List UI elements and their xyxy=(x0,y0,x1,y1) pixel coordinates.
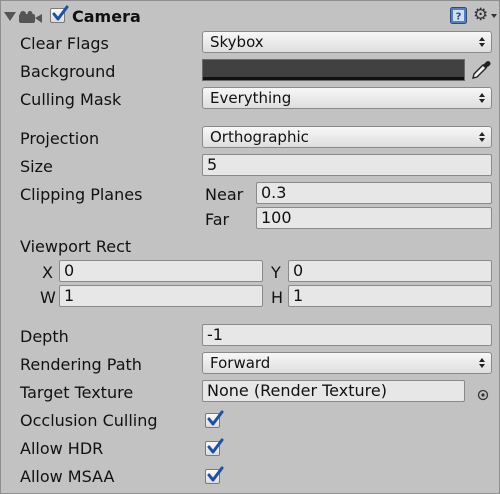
viewport-y-label: Y xyxy=(271,263,281,282)
foldout-arrow-icon[interactable] xyxy=(4,12,16,21)
clear-flags-row: Clear Flags Skybox xyxy=(1,31,500,55)
viewport-xy-row: X 0 Y 0 xyxy=(1,260,500,284)
viewport-rect-label: Viewport Rect xyxy=(20,237,132,256)
near-field[interactable]: 0.3 xyxy=(256,182,492,204)
projection-dropdown[interactable]: Orthographic xyxy=(202,126,492,148)
viewport-h-field[interactable]: 1 xyxy=(288,285,492,307)
rendering-path-value: Forward xyxy=(210,354,271,372)
occlusion-culling-row: Occlusion Culling xyxy=(1,408,500,432)
occlusion-culling-label: Occlusion Culling xyxy=(20,411,158,430)
culling-mask-row: Culling Mask Everything xyxy=(1,87,500,111)
allow-hdr-row: Allow HDR xyxy=(1,436,500,460)
viewport-w-field[interactable]: 1 xyxy=(59,285,263,307)
size-label: Size xyxy=(20,157,53,176)
alpha-bar xyxy=(203,77,464,80)
allow-msaa-row: Allow MSAA xyxy=(1,464,500,488)
culling-mask-dropdown[interactable]: Everything xyxy=(202,87,492,109)
allow-msaa-label: Allow MSAA xyxy=(20,467,115,486)
allow-hdr-label: Allow HDR xyxy=(20,439,104,458)
rendering-path-label: Rendering Path xyxy=(20,355,142,374)
clear-flags-value: Skybox xyxy=(210,33,264,51)
clipping-planes-row: Clipping Planes Near 0.3 xyxy=(1,182,500,206)
viewport-w-label: W xyxy=(40,288,56,307)
component-title: Camera xyxy=(72,7,141,26)
component-header: Camera ? ⚙ xyxy=(1,5,500,29)
clear-flags-dropdown[interactable]: Skybox xyxy=(202,31,492,53)
far-label: Far xyxy=(205,210,230,229)
viewport-x-field[interactable]: 0 xyxy=(59,260,263,282)
clipping-planes-label: Clipping Planes xyxy=(20,185,143,204)
gear-dropdown-arrow-icon[interactable] xyxy=(491,14,497,18)
depth-field[interactable]: -1 xyxy=(202,324,492,346)
dropdown-arrows-icon xyxy=(479,35,485,49)
target-texture-row: Target Texture None (Render Texture) xyxy=(1,380,500,404)
viewport-wh-row: W 1 H 1 xyxy=(1,285,500,309)
camera-inspector-panel: Camera ? ⚙ Clear Flags Skybox Background xyxy=(0,0,500,494)
target-texture-field[interactable]: None (Render Texture) xyxy=(202,380,465,402)
size-row: Size 5 xyxy=(1,154,500,178)
rendering-path-dropdown[interactable]: Forward xyxy=(202,352,492,374)
viewport-x-label: X xyxy=(42,263,53,282)
projection-value: Orthographic xyxy=(210,128,309,146)
viewport-y-field[interactable]: 0 xyxy=(288,260,492,282)
occlusion-culling-checkbox[interactable] xyxy=(205,410,224,428)
allow-hdr-checkbox[interactable] xyxy=(205,438,224,456)
near-label: Near xyxy=(205,185,244,204)
size-field[interactable]: 5 xyxy=(202,154,492,176)
dropdown-arrows-icon xyxy=(479,130,485,144)
allow-msaa-checkbox[interactable] xyxy=(205,466,224,484)
culling-mask-label: Culling Mask xyxy=(20,90,122,109)
projection-label: Projection xyxy=(20,129,100,148)
depth-label: Depth xyxy=(20,327,69,346)
background-label: Background xyxy=(20,62,116,81)
component-enabled-checkbox[interactable] xyxy=(50,5,69,23)
background-row: Background xyxy=(1,59,500,83)
depth-row: Depth -1 xyxy=(1,324,500,348)
dropdown-arrows-icon xyxy=(479,91,485,105)
rendering-path-row: Rendering Path Forward xyxy=(1,352,500,376)
projection-row: Projection Orthographic xyxy=(1,126,500,150)
svg-text:?: ? xyxy=(456,12,462,23)
object-picker-icon[interactable] xyxy=(477,386,489,405)
clipping-far-row: Far 100 xyxy=(1,207,500,231)
gear-icon[interactable]: ⚙ xyxy=(473,6,488,24)
viewport-rect-row: Viewport Rect xyxy=(1,234,500,258)
eyedropper-icon[interactable] xyxy=(470,59,492,85)
far-field[interactable]: 100 xyxy=(256,207,492,229)
help-book-icon[interactable]: ? xyxy=(450,7,467,28)
clear-flags-label: Clear Flags xyxy=(20,34,109,53)
target-texture-label: Target Texture xyxy=(20,383,134,402)
viewport-h-label: H xyxy=(271,288,284,307)
culling-mask-value: Everything xyxy=(210,89,292,107)
dropdown-arrows-icon xyxy=(479,356,485,370)
camera-icon xyxy=(19,10,43,29)
background-color-swatch[interactable] xyxy=(202,59,465,81)
